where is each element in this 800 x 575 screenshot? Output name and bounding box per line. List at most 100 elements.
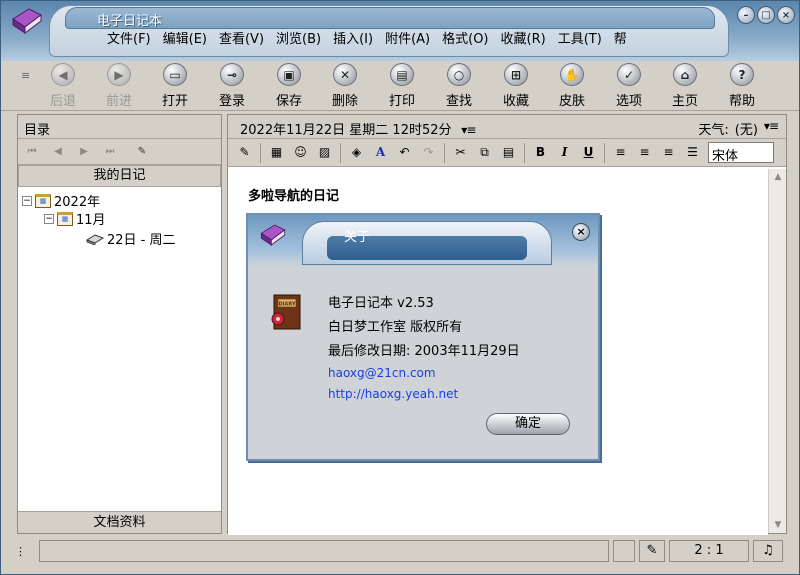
weather-label: 天气: [698, 123, 729, 138]
menu-help[interactable]: 帮 [608, 31, 633, 49]
menu-edit[interactable]: 编辑(E) [157, 31, 213, 49]
about-url-link[interactable]: http://haoxg.yeah.net [328, 387, 458, 401]
diary-book-icon [260, 224, 286, 246]
insert-date-icon[interactable]: ▦ [266, 142, 287, 163]
weather-dropdown-icon[interactable]: ▾≡ [764, 119, 779, 138]
favorites-button[interactable]: ⊞ 收藏 [490, 63, 542, 109]
home-button[interactable]: ⌂ 主页 [659, 63, 711, 109]
redo-icon[interactable]: ↷ [418, 142, 439, 163]
about-copyright: 白日梦工作室 版权所有 [328, 320, 463, 335]
status-empty [613, 540, 635, 562]
menu-attachment[interactable]: 附件(A) [379, 31, 436, 49]
find-button[interactable]: ○ 查找 [433, 63, 485, 109]
vertical-scrollbar[interactable]: ▲ ▼ [768, 169, 786, 533]
print-icon: ▤ [390, 63, 414, 86]
entry-date-text: 2022年11月22日 星期二 12时52分 [240, 123, 452, 138]
search-icon: ○ [447, 63, 471, 86]
underline-icon[interactable]: U [578, 142, 599, 163]
insert-image-icon[interactable]: ▨ [314, 142, 335, 163]
forward-label: 前进 [105, 94, 132, 109]
undo-icon[interactable]: ↶ [394, 142, 415, 163]
status-bar: ⋮ ✎ 2 : 1 ♫ [1, 538, 799, 564]
edit-mode-icon[interactable]: ✎ [639, 540, 665, 562]
tree-node-day[interactable]: 22日 - 周二 [86, 229, 176, 248]
diary-entry-icon [86, 233, 104, 245]
document-title: 多啦导航的日记 [248, 189, 340, 204]
about-title-bar[interactable]: 关于 × [248, 215, 598, 267]
menu-file[interactable]: 文件(F) [101, 31, 157, 49]
help-button[interactable]: ? 帮助 [716, 63, 768, 109]
login-button[interactable]: ⊸ 登录 [206, 63, 258, 109]
bullets-icon[interactable]: ☰ [682, 142, 703, 163]
align-right-icon[interactable]: ≡ [658, 142, 679, 163]
paste-icon[interactable]: ▤ [498, 142, 519, 163]
next-icon[interactable]: ▶ [74, 143, 94, 161]
maximize-icon[interactable]: □ [757, 6, 775, 24]
documents-section[interactable]: 文档资料 [18, 511, 221, 533]
skin-button[interactable]: ✋ 皮肤 [546, 63, 598, 109]
ok-button[interactable]: 确定 [486, 413, 570, 435]
collapse-icon[interactable]: − [44, 213, 54, 224]
scroll-up-icon[interactable]: ▲ [769, 169, 787, 185]
bell-icon[interactable]: ♫ [753, 540, 783, 562]
forward-button[interactable]: ▶ 前进 [93, 63, 145, 109]
my-diary-section[interactable]: 我的日记 [18, 165, 221, 187]
options-label: 选项 [615, 94, 642, 109]
date-dropdown-icon[interactable]: ▾≡ [456, 123, 476, 137]
window-controls: – □ × [737, 6, 795, 24]
emoticon-icon[interactable]: ☺ [290, 142, 311, 163]
about-email-link[interactable]: haoxg@21cn.com [328, 366, 436, 380]
title-tab [65, 7, 715, 29]
entry-header: 2022年11月22日 星期二 12时52分 ▾≡ 天气: (无) ▾≡ [228, 115, 786, 139]
save-icon: ▣ [277, 63, 301, 86]
weather-field[interactable]: 天气: (无) ▾≡ [698, 119, 779, 138]
edit-entry-icon[interactable]: ✎ [132, 143, 152, 161]
pencil-icon[interactable]: ✎ [234, 142, 255, 163]
menu-insert[interactable]: 插入(I) [327, 31, 379, 49]
print-button[interactable]: ▤ 打印 [376, 63, 428, 109]
about-tab [302, 221, 552, 265]
scroll-down-icon[interactable]: ▼ [769, 517, 787, 533]
back-label: 后退 [49, 94, 76, 109]
diary-tree: − ▦ 2022年 − ▦ 11月 22日 - 周二 [18, 187, 221, 507]
skin-icon: ✋ [560, 63, 584, 86]
last-icon[interactable]: ⏭ [100, 143, 120, 161]
collapse-icon[interactable]: − [22, 195, 32, 206]
directory-nav: ⏮ ◀ ▶ ⏭ ✎ [18, 139, 221, 165]
menu-browse[interactable]: 浏览(B) [270, 31, 327, 49]
fill-color-icon[interactable]: ◈ [346, 142, 367, 163]
menu-format[interactable]: 格式(O) [436, 31, 494, 49]
align-left-icon[interactable]: ≡ [610, 142, 631, 163]
tree-node-year[interactable]: − ▦ 2022年 [22, 191, 100, 210]
close-icon[interactable]: × [777, 6, 795, 24]
menu-view[interactable]: 查看(V) [213, 31, 270, 49]
font-name-field[interactable]: 宋体 [708, 142, 774, 164]
diary-cover-icon: DIARY [271, 294, 301, 330]
about-modified: 最后修改日期: 2003年11月29日 [328, 344, 520, 359]
menu-bar: 文件(F) 编辑(E) 查看(V) 浏览(B) 插入(I) 附件(A) 格式(O… [101, 31, 633, 49]
status-message [39, 540, 609, 562]
bold-icon[interactable]: B [530, 142, 551, 163]
tree-node-month[interactable]: − ▦ 11月 [44, 209, 106, 228]
title-bar[interactable]: 电子日记本 – □ × 文件(F) 编辑(E) 查看(V) 浏览(B) 插入(I… [1, 1, 799, 61]
font-color-icon[interactable]: A [370, 142, 391, 163]
align-center-icon[interactable]: ≡ [634, 142, 655, 163]
skin-label: 皮肤 [558, 94, 585, 109]
menu-tools[interactable]: 工具(T) [552, 31, 608, 49]
back-button[interactable]: ◀ 后退 [37, 63, 89, 109]
options-button[interactable]: ✓ 选项 [603, 63, 655, 109]
delete-button[interactable]: ✕ 删除 [319, 63, 371, 109]
minimize-icon[interactable]: – [737, 6, 755, 24]
directory-panel: 目录 ⏮ ◀ ▶ ⏭ ✎ 我的日记 − ▦ 2022年 − ▦ 11月 22日 … [17, 114, 222, 534]
save-button[interactable]: ▣ 保存 [263, 63, 315, 109]
first-icon[interactable]: ⏮ [22, 143, 42, 161]
italic-icon[interactable]: I [554, 142, 575, 163]
copy-icon[interactable]: ⧉ [474, 142, 495, 163]
open-button[interactable]: ▭ 打开 [149, 63, 201, 109]
prev-icon[interactable]: ◀ [48, 143, 68, 161]
toolbar-grip-icon[interactable]: ≡ [21, 69, 30, 82]
diary-book-icon[interactable] [9, 5, 45, 37]
cut-icon[interactable]: ✂ [450, 142, 471, 163]
menu-favorites[interactable]: 收藏(R) [495, 31, 552, 49]
close-icon[interactable]: × [572, 223, 590, 241]
